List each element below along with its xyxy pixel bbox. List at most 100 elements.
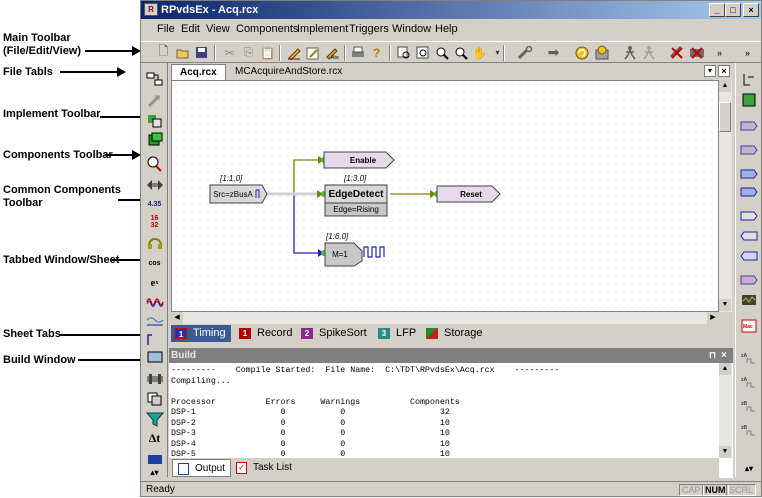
build-close-icon[interactable]: × [721, 348, 727, 363]
macro-icon[interactable]: Mac [740, 319, 758, 333]
funnel-icon[interactable] [145, 409, 164, 428]
headphones-icon[interactable] [145, 233, 164, 252]
blue-tag-icon[interactable] [740, 167, 758, 181]
exponent-icon[interactable]: ex [145, 273, 164, 292]
save-icon[interactable] [193, 44, 210, 61]
tag-tx-icon[interactable] [740, 209, 758, 223]
load-icon[interactable] [593, 44, 610, 61]
scope-icon[interactable] [740, 293, 758, 307]
file-tab-close-icon[interactable]: × [718, 65, 730, 77]
blue-tag2-icon[interactable] [740, 185, 758, 199]
file-tab-mcacquire[interactable]: MCAcquireAndStore.rcx [227, 64, 350, 80]
cos-icon[interactable]: cos [145, 254, 164, 273]
tag-blue-small-icon[interactable] [740, 229, 758, 243]
canvas-horizontal-scrollbar[interactable]: ◀ ▶ [171, 312, 719, 324]
magnifier-component-icon[interactable] [145, 154, 164, 173]
zoom-fit-icon[interactable] [414, 44, 431, 61]
edit-text-icon[interactable]: Abc [323, 44, 340, 61]
compile-icon[interactable] [573, 44, 590, 61]
timing-icon[interactable] [145, 329, 164, 348]
cube-icon[interactable] [145, 130, 164, 149]
build-scroll-down-icon[interactable]: ▼ [719, 446, 731, 458]
reset-block[interactable]: Reset [442, 186, 500, 202]
copy-icon[interactable]: ⎘ [240, 44, 257, 61]
component-browser-icon[interactable] [145, 69, 164, 88]
build-title-bar[interactable]: Build ⊓ × [169, 348, 733, 363]
halt-icon[interactable] [688, 44, 705, 61]
zoom-in-icon[interactable] [433, 44, 450, 61]
run-icon[interactable] [621, 44, 638, 61]
circuit-canvas[interactable]: [1:1,0] Src=zBusA Enable [1:3,0] EdgeDet… [171, 80, 719, 312]
arrow-right-icon[interactable]: ➡ [545, 44, 562, 61]
stop-icon[interactable] [668, 44, 685, 61]
scroll-left-icon[interactable]: ◀ [171, 312, 183, 324]
open-folder-icon[interactable] [174, 44, 191, 61]
implement-green-icon[interactable] [145, 111, 164, 130]
menu-window[interactable]: Window [392, 23, 431, 35]
scroll-up-icon[interactable]: ▲ [719, 80, 731, 92]
zbus-a-icon[interactable]: zA [740, 351, 758, 365]
pointer-component-icon[interactable] [740, 73, 758, 87]
build-scroll-up-icon[interactable]: ▲ [719, 363, 731, 375]
title-bar[interactable]: R RPvdsEx - Acq.rcx _ □ × [141, 1, 761, 19]
tag-purple-out-icon[interactable] [740, 273, 758, 287]
file-tab-dropdown-icon[interactable]: ▾ [704, 65, 716, 77]
minimize-button[interactable]: _ [709, 3, 725, 17]
pencil-icon[interactable] [285, 44, 302, 61]
build-tab-tasklist[interactable]: ✓ Task List [231, 459, 297, 477]
toolbar-scroll-icon[interactable]: ▴▾ [145, 463, 164, 482]
sheet-tab-spikesort[interactable]: 2 SpikeSort [297, 325, 371, 342]
menu-components[interactable]: Components [236, 23, 298, 35]
menu-view[interactable]: View [206, 23, 230, 35]
implement-tool-icon[interactable] [145, 91, 164, 110]
sheet-tab-lfp[interactable]: 3 LFP [374, 325, 420, 342]
purple-tag2-icon[interactable] [740, 143, 758, 157]
zoom-select-icon[interactable] [395, 44, 412, 61]
file-tab-acq[interactable]: Acq.rcx [171, 64, 226, 80]
sheet-tab-timing[interactable]: 1 Timing [171, 325, 231, 342]
bits-16-32-icon[interactable]: 16 32 [145, 212, 164, 231]
draw-line-icon[interactable] [304, 44, 321, 61]
toolbar-overflow-icon[interactable]: » [711, 44, 728, 61]
vertical-scroll-thumb[interactable] [719, 102, 731, 132]
new-file-icon[interactable]: 🗋 [155, 44, 172, 61]
sheet-tab-record[interactable]: 1 Record [235, 325, 295, 342]
zbus-a2-icon[interactable]: zA [740, 375, 758, 389]
menu-triggers[interactable]: Triggers [349, 23, 389, 35]
wrench-icon[interactable] [516, 44, 533, 61]
green-refresh-icon[interactable] [740, 93, 758, 107]
help-icon[interactable]: ? [368, 44, 385, 61]
scroll-right-icon[interactable]: ▶ [707, 312, 719, 324]
menu-file[interactable]: File [157, 23, 175, 35]
menu-help[interactable]: Help [435, 23, 458, 35]
m-block[interactable]: M=1 [325, 243, 355, 266]
copy-buffer-icon[interactable] [145, 389, 164, 408]
right-toolbar-scroll-icon[interactable]: ▴▾ [740, 461, 758, 475]
app-icon[interactable]: R [144, 3, 158, 16]
zbus-b2-icon[interactable]: zB [740, 423, 758, 437]
zoom-out-icon[interactable] [452, 44, 469, 61]
menu-edit[interactable]: Edit [181, 23, 200, 35]
sheet-tab-storage[interactable]: Storage [422, 325, 486, 342]
print-icon[interactable] [349, 44, 366, 61]
toolbar-overflow-right-icon[interactable]: » [739, 44, 756, 61]
monitor-icon[interactable] [145, 348, 164, 367]
waveform-icon[interactable] [145, 292, 164, 311]
maximize-button[interactable]: □ [725, 3, 741, 17]
build-pin-icon[interactable]: ⊓ [709, 348, 716, 363]
delta-t-icon[interactable]: Δt [145, 429, 164, 448]
build-scrollbar[interactable]: ▲ ▼ [719, 363, 732, 458]
hand-pan-icon[interactable]: ✋ [471, 44, 488, 61]
paste-icon[interactable]: 📋 [259, 44, 276, 61]
canvas-vertical-scrollbar[interactable]: ▲ ▼ [719, 80, 732, 312]
menu-implement[interactable]: Implement [297, 23, 348, 35]
diamond-arrows-icon[interactable] [145, 175, 164, 194]
cut-icon[interactable]: ✂ [221, 44, 238, 61]
close-button[interactable]: × [743, 3, 759, 17]
edgedetect-block[interactable]: EdgeDetect [325, 185, 387, 203]
tag-in-icon[interactable] [740, 249, 758, 263]
counter-icon[interactable] [145, 369, 164, 388]
enable-block[interactable]: Enable [332, 152, 394, 168]
scroll-down-icon[interactable]: ▼ [719, 299, 731, 311]
build-tab-output[interactable]: Output [172, 459, 232, 477]
